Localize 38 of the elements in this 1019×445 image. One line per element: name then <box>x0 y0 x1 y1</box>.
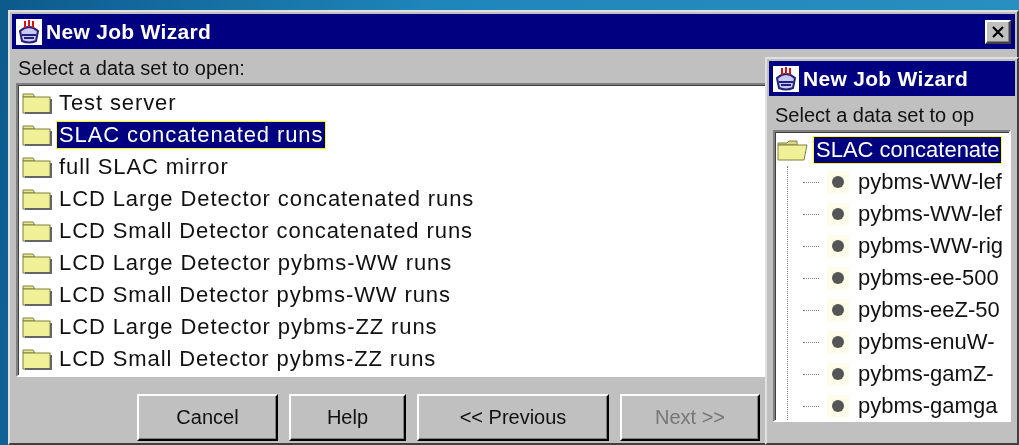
list-item[interactable]: full SLAC mirror <box>56 153 232 181</box>
list-item[interactable]: pybms-gamZ- <box>857 360 995 388</box>
folder-icon <box>22 316 52 338</box>
list-item[interactable]: LCD Small Detector concatenated runs <box>56 217 476 245</box>
list-item[interactable]: pybms-gamga <box>857 392 999 420</box>
app-icon <box>773 65 799 92</box>
list-item[interactable]: pybms-WW-rig <box>857 232 1005 260</box>
folder-icon <box>22 252 52 274</box>
list-item[interactable]: LCD Large Detector pybms-WW runs <box>56 249 456 277</box>
folder-icon <box>22 284 52 306</box>
list-item[interactable]: pybms-enuW- <box>857 328 996 356</box>
window-title: New Job Wizard <box>803 66 969 91</box>
folder-icon <box>22 124 52 146</box>
window-title: New Job Wizard <box>46 19 212 44</box>
wizard-button[interactable]: Help <box>289 394 406 441</box>
list-item[interactable]: SLAC concatenated runs <box>56 121 327 149</box>
list-item[interactable]: LCD Large Detector concatenated runs <box>56 185 478 213</box>
folder-icon <box>22 156 52 178</box>
app-icon <box>16 18 42 45</box>
list-item[interactable]: pybms-eeZ-50 <box>857 296 1001 324</box>
close-button[interactable] <box>985 19 1011 44</box>
list-item[interactable]: pybms-WW-lef <box>857 200 1003 228</box>
wizard-button[interactable]: << Previous <box>417 394 609 441</box>
list-item[interactable]: SLAC concatenate <box>813 136 1003 164</box>
list-item[interactable]: LCD Large Detector pybms-ZZ runs <box>56 313 441 341</box>
folder-icon <box>22 188 52 210</box>
list-item[interactable]: pybms-ee-500 <box>857 264 1000 292</box>
list-item[interactable]: Test server <box>56 89 180 117</box>
list-item[interactable]: LCD Small Detector pybms-ZZ runs <box>56 345 440 373</box>
prompt-label: Select a data set to op <box>775 103 975 128</box>
close-icon <box>992 25 1004 38</box>
list-item[interactable]: LCD Small Detector pybms-WW runs <box>56 281 454 309</box>
prompt-label: Select a data set to open: <box>18 56 245 81</box>
wizard-button[interactable]: Cancel <box>137 394 278 441</box>
folder-icon <box>22 220 52 242</box>
list-item[interactable]: pybms-WW-lef <box>857 168 1003 196</box>
folder-icon <box>22 92 52 114</box>
folder-icon <box>22 348 52 370</box>
